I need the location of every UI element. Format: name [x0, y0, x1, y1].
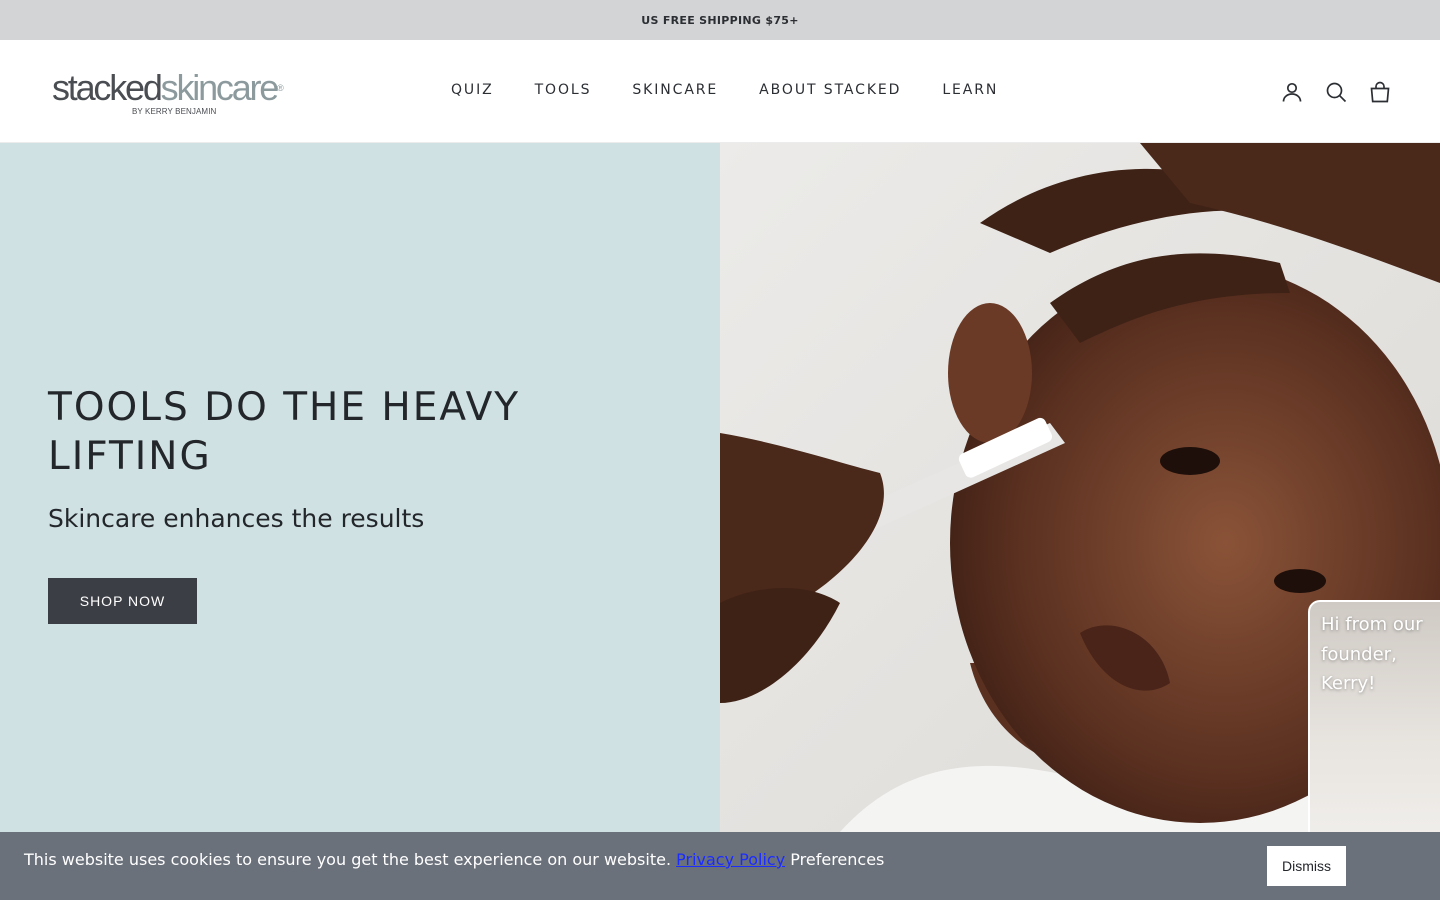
- nav-about-stacked[interactable]: ABOUT STACKED: [759, 82, 901, 98]
- nav-learn[interactable]: LEARN: [942, 82, 998, 98]
- nav-tools[interactable]: TOOLS: [535, 82, 592, 98]
- logo-byline: BY KERRY BENJAMIN: [132, 107, 217, 116]
- header-actions: [1280, 80, 1392, 104]
- hero-text-panel: [0, 143, 720, 832]
- cookie-message-row: This website uses cookies to ensure you …: [24, 850, 884, 869]
- founder-video-widget[interactable]: Hi from our founder, Kerry!: [1308, 600, 1440, 840]
- announcement-text: US FREE SHIPPING $75+: [641, 13, 799, 27]
- search-icon[interactable]: [1324, 80, 1348, 104]
- nav-quiz[interactable]: QUIZ: [451, 82, 494, 98]
- logo[interactable]: stackedskincare® BY KERRY BENJAMIN: [52, 68, 302, 120]
- founder-greeting: Hi from our founder, Kerry!: [1321, 614, 1423, 694]
- main-nav: QUIZ TOOLS SKINCARE ABOUT STACKED LEARN: [451, 82, 1039, 98]
- shop-now-button[interactable]: SHOP NOW: [48, 578, 197, 624]
- logo-wordmark: stackedskincare®: [52, 67, 284, 108]
- cookie-banner: This website uses cookies to ensure you …: [0, 832, 1440, 900]
- site-header: stackedskincare® BY KERRY BENJAMIN QUIZ …: [0, 40, 1440, 143]
- hero-subtitle: Skincare enhances the results: [48, 504, 425, 533]
- nav-skincare[interactable]: SKINCARE: [632, 82, 718, 98]
- hero-title: TOOLS DO THE HEAVY LIFTING: [48, 385, 521, 479]
- account-icon[interactable]: [1280, 80, 1304, 104]
- dismiss-button[interactable]: Dismiss: [1267, 846, 1346, 886]
- bag-icon[interactable]: [1368, 80, 1392, 104]
- preferences-link[interactable]: Preferences: [790, 850, 884, 869]
- cookie-message: This website uses cookies to ensure you …: [24, 850, 672, 869]
- announcement-bar: US FREE SHIPPING $75+: [0, 0, 1440, 40]
- privacy-policy-link[interactable]: Privacy Policy: [676, 850, 785, 869]
